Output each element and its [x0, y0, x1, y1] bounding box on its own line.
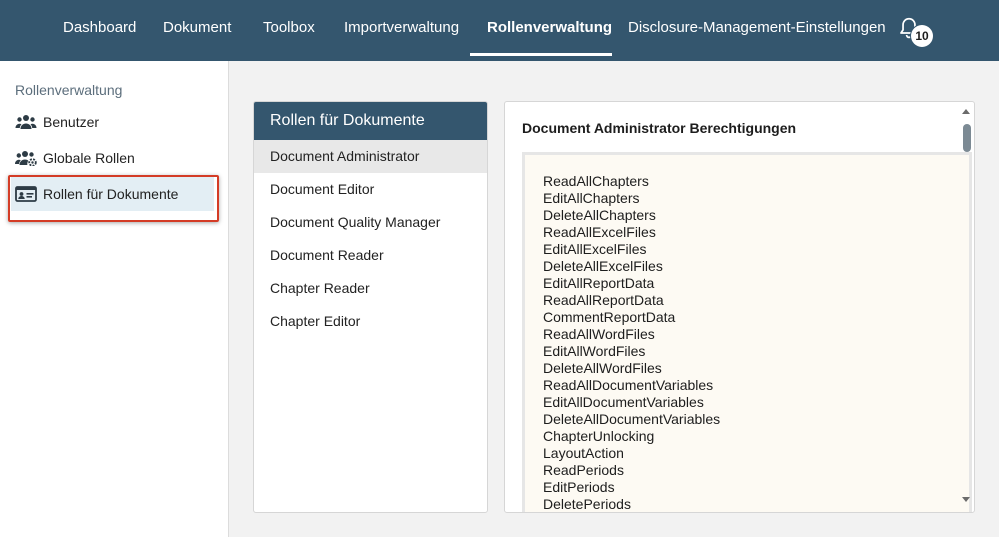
users-gear-icon	[15, 151, 37, 166]
permissions-scrollbar[interactable]	[958, 102, 974, 512]
permission-item: EditAllReportData	[543, 275, 655, 291]
permission-item: DeletePeriods	[543, 496, 631, 512]
role-item-document-reader[interactable]: Document Reader	[254, 239, 487, 272]
sidebar-heading: Rollenverwaltung	[15, 82, 123, 98]
scroll-down-arrow-icon[interactable]	[962, 497, 970, 502]
nav-dokument[interactable]: Dokument	[163, 0, 231, 56]
permission-item: ReadAllReportData	[543, 292, 664, 308]
role-item-chapter-editor[interactable]: Chapter Editor	[254, 305, 487, 338]
permission-item: ReadAllExcelFiles	[543, 224, 656, 240]
permission-item: EditAllDocumentVariables	[543, 394, 704, 410]
role-item-document-administrator[interactable]: Document Administrator	[254, 140, 487, 173]
role-item-document-quality-manager[interactable]: Document Quality Manager	[254, 206, 487, 239]
permission-item: ReadAllChapters	[543, 173, 649, 189]
nav-active-indicator	[470, 53, 612, 56]
permission-item: ReadPeriods	[543, 462, 624, 478]
sidebar-item-label: Globale Rollen	[43, 150, 135, 166]
permissions-title: Document Administrator Berechtigungen	[522, 120, 797, 136]
permission-item: EditAllWordFiles	[543, 343, 646, 359]
permission-item: DeleteAllDocumentVariables	[543, 411, 721, 427]
permission-item: ChapterUnlocking	[543, 428, 655, 444]
permissions-list: ReadAllChapters EditAllChapters DeleteAl…	[543, 173, 721, 512]
permission-item: ReadAllWordFiles	[543, 326, 655, 342]
notification-badge[interactable]: 10	[911, 25, 933, 47]
permission-item: EditAllChapters	[543, 190, 640, 206]
permission-item: EditAllExcelFiles	[543, 241, 647, 257]
permission-item: DeleteAllExcelFiles	[543, 258, 663, 274]
permissions-box: ReadAllChapters EditAllChapters DeleteAl…	[522, 152, 972, 512]
sidebar-item-benutzer[interactable]: Benutzer	[11, 105, 214, 139]
scrollbar-thumb[interactable]	[963, 124, 971, 152]
nav-toolbox[interactable]: Toolbox	[263, 0, 315, 56]
role-item-chapter-reader[interactable]: Chapter Reader	[254, 272, 487, 305]
permission-item: ReadAllDocumentVariables	[543, 377, 714, 393]
permission-item: LayoutAction	[543, 445, 624, 461]
permission-item: DeleteAllChapters	[543, 207, 656, 223]
role-item-document-editor[interactable]: Document Editor	[254, 173, 487, 206]
nav-disclosure-management-einstellungen[interactable]: Disclosure-Management-Einstellungen	[628, 0, 886, 56]
sidebar: Rollenverwaltung Benutzer Globale Rollen	[0, 61, 229, 537]
permission-item: CommentReportData	[543, 309, 676, 325]
permissions-panel: Document Administrator Berechtigungen Re…	[504, 101, 975, 513]
sidebar-item-globale-rollen[interactable]: Globale Rollen	[11, 141, 214, 175]
nav-importverwaltung[interactable]: Importverwaltung	[344, 0, 459, 56]
users-icon	[15, 115, 37, 129]
permission-item: DeleteAllWordFiles	[543, 360, 662, 376]
scroll-up-arrow-icon[interactable]	[962, 109, 970, 114]
nav-rollenverwaltung[interactable]: Rollenverwaltung	[487, 0, 612, 56]
roles-panel-title: Rollen für Dokumente	[254, 102, 487, 140]
sidebar-item-label: Benutzer	[43, 114, 100, 130]
sidebar-item-rollen-fuer-dokumente[interactable]: Rollen für Dokumente	[11, 177, 214, 211]
top-navigation: Dashboard Dokument Toolbox Importverwalt…	[0, 0, 999, 61]
permission-item: EditPeriods	[543, 479, 615, 495]
id-card-icon	[15, 186, 37, 202]
nav-dashboard[interactable]: Dashboard	[63, 0, 136, 56]
sidebar-item-label: Rollen für Dokumente	[43, 186, 179, 202]
roles-panel: Rollen für Dokumente Document Administra…	[253, 101, 488, 513]
